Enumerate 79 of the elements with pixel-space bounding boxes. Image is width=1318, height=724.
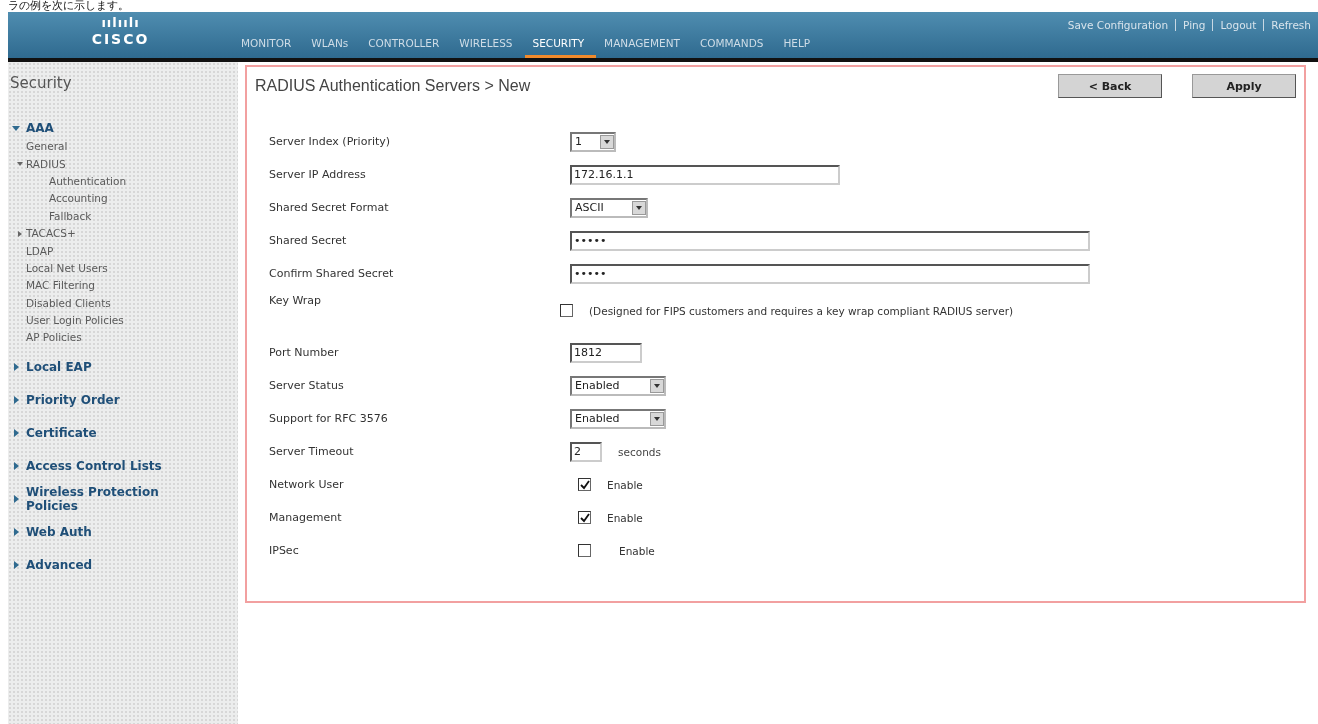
sidebar-item[interactable]: Accounting: [49, 192, 108, 206]
field-label: Network User: [269, 478, 345, 491]
checkbox[interactable]: [578, 511, 591, 524]
sidebar-section[interactable]: Local EAP: [26, 360, 92, 375]
sidebar-section[interactable]: Wireless Protection Policies: [26, 485, 206, 514]
sidebar-item[interactable]: TACACS+: [26, 227, 76, 241]
collapsed-arrow-icon[interactable]: [12, 528, 20, 537]
input-field[interactable]: •••••: [570, 263, 1090, 284]
collapsed-arrow-icon[interactable]: [12, 363, 20, 372]
header-link[interactable]: Refresh: [1263, 19, 1318, 31]
sidebar-item[interactable]: MAC Filtering: [26, 279, 95, 293]
field-label: Server Timeout: [269, 445, 355, 458]
field-label: Confirm Shared Secret: [269, 267, 395, 280]
nav-tab[interactable]: WLANs: [303, 37, 361, 58]
nav-tab[interactable]: MANAGEMENT: [596, 37, 692, 58]
field-label: Key Wrap: [269, 294, 323, 307]
field-label: Server Index (Priority): [269, 135, 392, 148]
nav-tab[interactable]: HELP: [775, 37, 823, 58]
sidebar-item[interactable]: Fallback: [49, 209, 92, 223]
collapsed-arrow-icon[interactable]: [12, 561, 20, 570]
collapsed-arrow-icon[interactable]: [12, 396, 20, 405]
action-button[interactable]: Apply: [1192, 74, 1296, 98]
logo-text: CISCO: [91, 30, 150, 48]
logo-marks: ıılıılı: [101, 16, 140, 30]
field-label: IPSec: [269, 544, 300, 557]
checkbox[interactable]: [560, 304, 573, 317]
nav-tab[interactable]: WIRELESS: [451, 37, 525, 58]
input-field[interactable]: 1812: [570, 342, 642, 363]
sidebar-item[interactable]: RADIUS: [26, 157, 66, 171]
sidebar-section[interactable]: Certificate: [26, 426, 97, 441]
checkbox[interactable]: [578, 478, 591, 491]
collapsed-arrow-icon[interactable]: [12, 429, 20, 438]
note-text: (Designed for FIPS customers and requires a key wrap compliant RADIUS server): [589, 304, 1014, 317]
expanded-arrow-icon[interactable]: [17, 161, 23, 168]
sidebar-item[interactable]: User Login Policies: [26, 314, 124, 328]
checkbox[interactable]: [578, 544, 591, 557]
field-label: Management: [269, 511, 343, 524]
dropdown[interactable]: ASCII: [570, 197, 648, 218]
checkbox-label: Enable: [607, 478, 643, 491]
input-field[interactable]: 2: [570, 441, 602, 462]
sidebar-section[interactable]: AAA: [26, 121, 54, 135]
sidebar-item[interactable]: LDAP: [26, 244, 54, 258]
sidebar-section[interactable]: Priority Order: [26, 393, 120, 408]
page-title: RADIUS Authentication Servers > New: [255, 77, 531, 95]
sidebar-item[interactable]: AP Policies: [26, 331, 82, 345]
collapsed-arrow-icon[interactable]: [17, 230, 23, 237]
collapsed-arrow-icon[interactable]: [12, 495, 20, 504]
field-label: Port Number: [269, 346, 340, 359]
checkbox-label: Enable: [619, 544, 655, 557]
nav-tab[interactable]: CONTROLLER: [360, 37, 452, 58]
field-label: Server IP Address: [269, 168, 367, 181]
action-button[interactable]: < Back: [1058, 74, 1162, 98]
sidebar-section[interactable]: Advanced: [26, 558, 93, 573]
sidebar-item[interactable]: Disabled Clients: [26, 296, 111, 310]
dropdown[interactable]: Enabled: [570, 408, 666, 429]
input-field[interactable]: 172.16.1.1: [570, 164, 840, 185]
field-label: Shared Secret Format: [269, 201, 390, 214]
header-link[interactable]: Save Configuration: [1060, 19, 1176, 31]
caption-text: ラの例を次に示します。: [7, 0, 130, 12]
sidebar-item[interactable]: Authentication: [49, 174, 127, 188]
header-link[interactable]: Logout: [1212, 19, 1264, 31]
dropdown[interactable]: 1: [570, 131, 616, 152]
field-label: Shared Secret: [269, 234, 348, 247]
collapsed-arrow-icon[interactable]: [12, 462, 20, 471]
nav-tab[interactable]: COMMANDS: [691, 37, 776, 58]
header-link[interactable]: Ping: [1175, 19, 1213, 31]
field-label: Support for RFC 3576: [269, 412, 389, 425]
sidebar-item[interactable]: General: [26, 140, 68, 154]
field-label: Server Status: [269, 379, 345, 392]
sidebar-title: Security: [9, 74, 73, 92]
sidebar-section[interactable]: Access Control Lists: [26, 459, 162, 474]
expanded-arrow-icon[interactable]: [12, 124, 20, 132]
nav-tab[interactable]: MONITOR: [233, 37, 304, 58]
checkbox-label: Enable: [607, 511, 643, 524]
dropdown[interactable]: Enabled: [570, 375, 666, 396]
input-field[interactable]: •••••: [570, 230, 1090, 251]
sidebar-item[interactable]: Local Net Users: [26, 261, 108, 275]
sidebar-section[interactable]: Web Auth: [26, 525, 92, 540]
unit-text: seconds: [618, 445, 661, 458]
